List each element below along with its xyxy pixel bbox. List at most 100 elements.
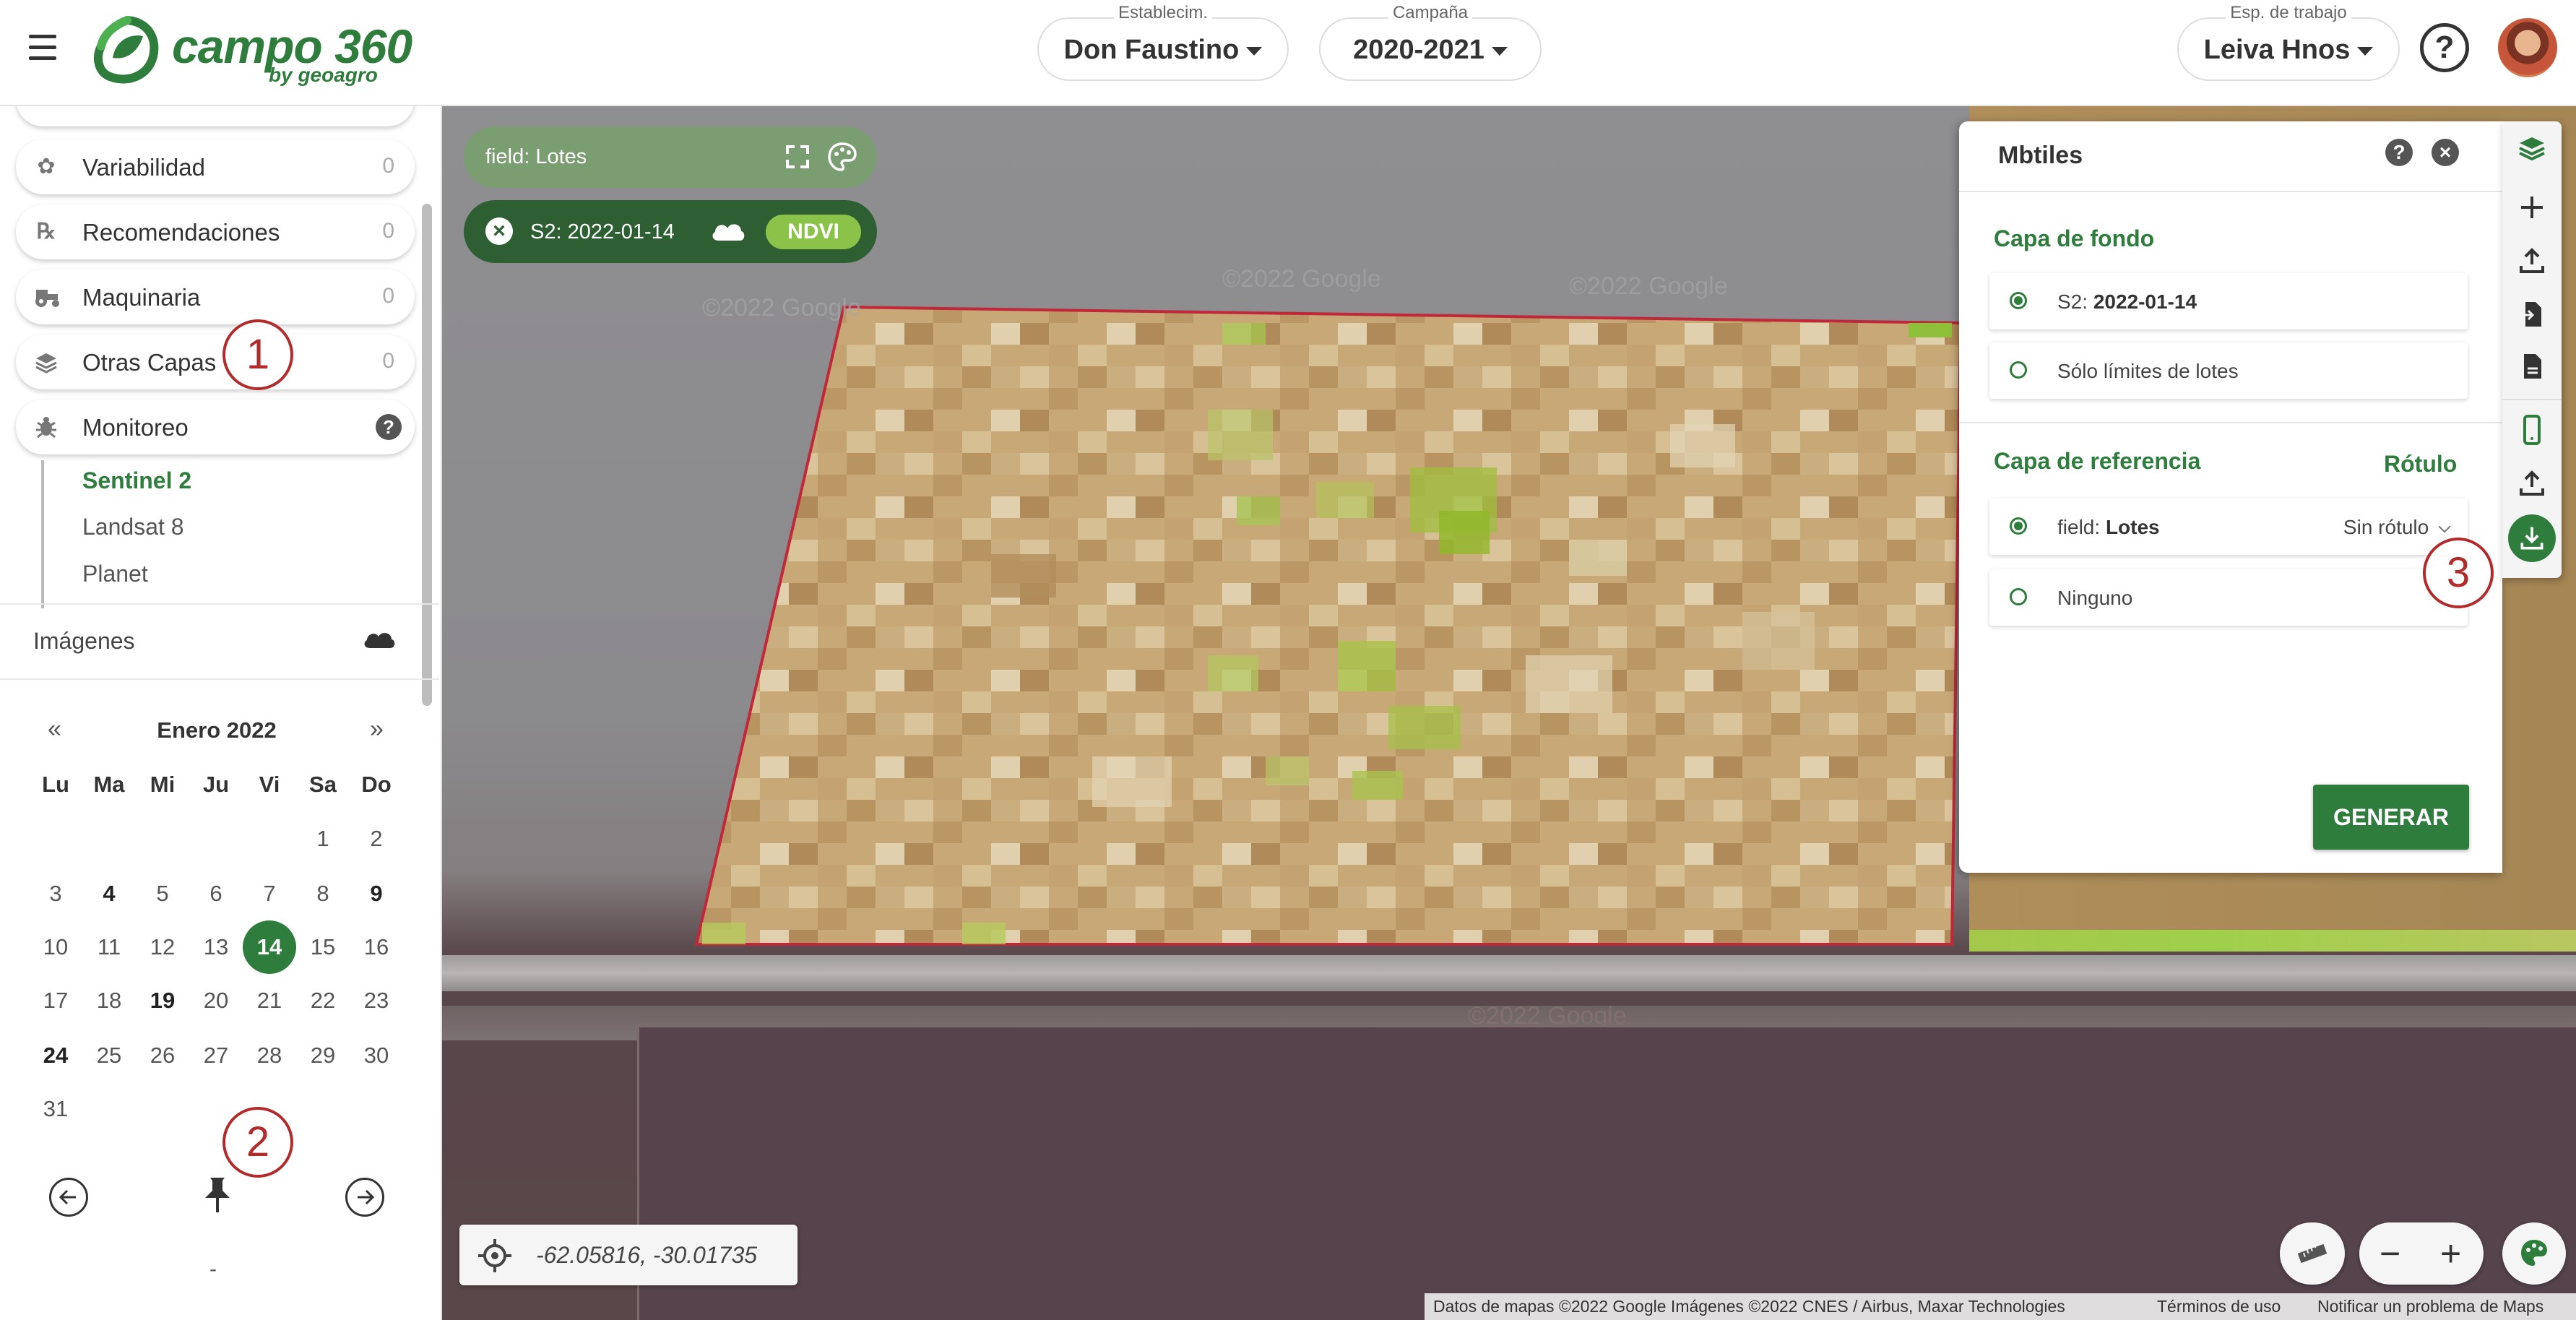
layers-icon[interactable] <box>2515 133 2549 166</box>
campana-select[interactable]: Campaña 2020-2021 <box>1319 3 1542 81</box>
rotulo-select-value: Sin rótulo <box>2343 516 2429 538</box>
hamburger-menu-icon[interactable] <box>26 32 62 64</box>
image-chip[interactable]: × S2: 2022-01-14 NDVI <box>464 200 877 263</box>
sidebar-item-label: Variabilidad <box>82 154 205 181</box>
calendar-day[interactable]: 22 <box>296 974 350 1027</box>
terms-link[interactable]: Términos de uso <box>2157 1297 2281 1316</box>
calendar-next-button[interactable]: » <box>370 715 384 743</box>
download-mbtiles-button[interactable] <box>2508 514 2556 562</box>
cloud-icon[interactable] <box>361 628 396 650</box>
palette-icon[interactable] <box>826 141 858 173</box>
sidebar-item-count: 0 <box>382 284 394 308</box>
calendar-day[interactable]: 31 <box>29 1082 82 1136</box>
calendar-day[interactable]: 16 <box>350 920 403 974</box>
calendar-prev-button[interactable]: « <box>48 715 61 743</box>
radio-selected[interactable] <box>2010 517 2027 535</box>
close-image-icon[interactable]: × <box>485 217 513 245</box>
sidebar-item-hidden[interactable] <box>16 106 415 126</box>
calendar-day[interactable]: 14 <box>243 920 296 974</box>
pin-icon[interactable] <box>199 1175 235 1215</box>
mbtiles-panel: Mbtiles ? × Capa de fondo S2: 2022-01-14… <box>1959 121 2502 873</box>
sidebar-item-variabilidad[interactable]: ✿ Variabilidad 0 <box>16 139 415 194</box>
sidebar-item-maquinaria[interactable]: Maquinaria 0 <box>16 269 415 324</box>
images-section-header: Imágenes <box>0 603 439 680</box>
radio-unselected[interactable] <box>2010 588 2027 605</box>
calendar-day[interactable]: 15 <box>296 920 350 974</box>
workspace-select[interactable]: Esp. de trabajo Leiva Hnos <box>2177 3 2400 81</box>
calendar-day[interactable]: 18 <box>82 974 136 1027</box>
next-image-arrow-icon[interactable] <box>345 1178 384 1217</box>
upload-icon[interactable] <box>2515 467 2549 500</box>
calendar-day[interactable]: 2 <box>350 812 403 866</box>
campo360-logo[interactable]: campo 360 by geoagro <box>91 12 412 91</box>
calendar-day[interactable]: 1 <box>296 812 350 866</box>
panel-close-icon[interactable]: × <box>2432 139 2459 166</box>
calendar-day[interactable]: 6 <box>189 867 243 920</box>
toolbar-divider <box>2502 399 2562 400</box>
sidebar-item-monitoreo[interactable]: Monitoreo ? <box>16 400 415 454</box>
fondo-option-s2-prefix: S2: <box>2057 290 2088 313</box>
calendar-day[interactable]: 17 <box>29 974 82 1027</box>
coordinates-box[interactable]: -62.05816, -30.01735 <box>459 1225 798 1285</box>
file-icon[interactable] <box>2515 350 2549 383</box>
calendar-day[interactable]: 25 <box>82 1029 136 1082</box>
calendar-day[interactable]: 9 <box>350 867 403 920</box>
monitoreo-help-icon[interactable]: ? <box>376 414 402 440</box>
ref-option-ninguno[interactable]: Ninguno <box>1989 569 2468 626</box>
calendar-day[interactable]: 23 <box>350 974 403 1027</box>
upload-icon[interactable] <box>2515 244 2549 277</box>
calendar-day[interactable]: 27 <box>189 1029 243 1082</box>
radio-selected[interactable] <box>2010 292 2027 309</box>
calendar-day[interactable]: 24 <box>29 1029 82 1082</box>
cloud-icon[interactable] <box>709 219 745 242</box>
calendar-day[interactable]: 28 <box>243 1029 296 1082</box>
sidebar-item-otras-capas[interactable]: Otras Capas 0 <box>16 335 415 389</box>
zoom-in-button[interactable]: + <box>2440 1233 2461 1274</box>
capa-fondo-heading: Capa de fondo <box>1994 225 2155 251</box>
calendar-day[interactable]: 30 <box>350 1029 403 1082</box>
calendar-day[interactable]: 10 <box>29 920 82 974</box>
sub-item-planet[interactable]: Planet <box>82 561 148 587</box>
ndvi-button[interactable]: NDVI <box>766 215 861 249</box>
establecimiento-select[interactable]: Establecim. Don Faustino <box>1037 3 1289 81</box>
mobile-icon[interactable] <box>2515 413 2549 447</box>
fondo-option-limites[interactable]: Sólo límites de lotes <box>1989 342 2468 399</box>
layer-chip[interactable]: field: Lotes <box>464 126 877 188</box>
rotulo-select[interactable]: Sin rótulo <box>2343 516 2451 539</box>
calendar-day[interactable]: 11 <box>82 920 136 974</box>
calendar-day[interactable]: 29 <box>296 1029 350 1082</box>
map-style-button[interactable] <box>2502 1222 2566 1285</box>
user-avatar[interactable] <box>2498 18 2557 77</box>
add-icon[interactable] <box>2515 191 2549 224</box>
calendar-day[interactable]: 4 <box>82 867 136 920</box>
calendar-day[interactable]: 19 <box>136 974 189 1027</box>
calendar-day[interactable]: 13 <box>189 920 243 974</box>
calendar-day[interactable]: 5 <box>136 867 189 920</box>
calendar-day[interactable]: 7 <box>243 867 296 920</box>
prev-image-arrow-icon[interactable] <box>49 1178 88 1217</box>
images-title: Imágenes <box>33 628 135 654</box>
ref-option-lotes[interactable]: field: Lotes Sin rótulo <box>1989 499 2468 555</box>
sidebar-item-label: Recomendaciones <box>82 219 280 246</box>
sub-item-sentinel-2[interactable]: Sentinel 2 <box>82 467 191 494</box>
prescription-icon: ℞ <box>36 220 56 243</box>
sidebar-item-recomendaciones[interactable]: ℞ Recomendaciones 0 <box>16 204 415 259</box>
crosshair-icon[interactable] <box>477 1238 513 1274</box>
calendar-day[interactable]: 21 <box>243 974 296 1027</box>
ruler-button[interactable] <box>2280 1222 2345 1285</box>
help-icon[interactable]: ? <box>2420 23 2469 72</box>
fullscreen-icon[interactable] <box>783 142 812 171</box>
radio-unselected[interactable] <box>2010 361 2027 379</box>
sub-item-landsat-8[interactable]: Landsat 8 <box>82 514 184 540</box>
zoom-out-button[interactable]: − <box>2380 1233 2400 1274</box>
file-import-icon[interactable] <box>2515 298 2549 331</box>
calendar-day[interactable]: 26 <box>136 1029 189 1082</box>
generar-button[interactable]: GENERAR <box>2313 785 2469 850</box>
calendar-day[interactable]: 20 <box>189 974 243 1027</box>
panel-help-icon[interactable]: ? <box>2385 139 2413 166</box>
calendar-day[interactable]: 3 <box>29 867 82 920</box>
calendar-day[interactable]: 8 <box>296 867 350 920</box>
fondo-option-s2[interactable]: S2: 2022-01-14 <box>1989 273 2468 329</box>
report-problem-link[interactable]: Notificar un problema de Maps <box>2317 1297 2543 1316</box>
calendar-day[interactable]: 12 <box>136 920 189 974</box>
